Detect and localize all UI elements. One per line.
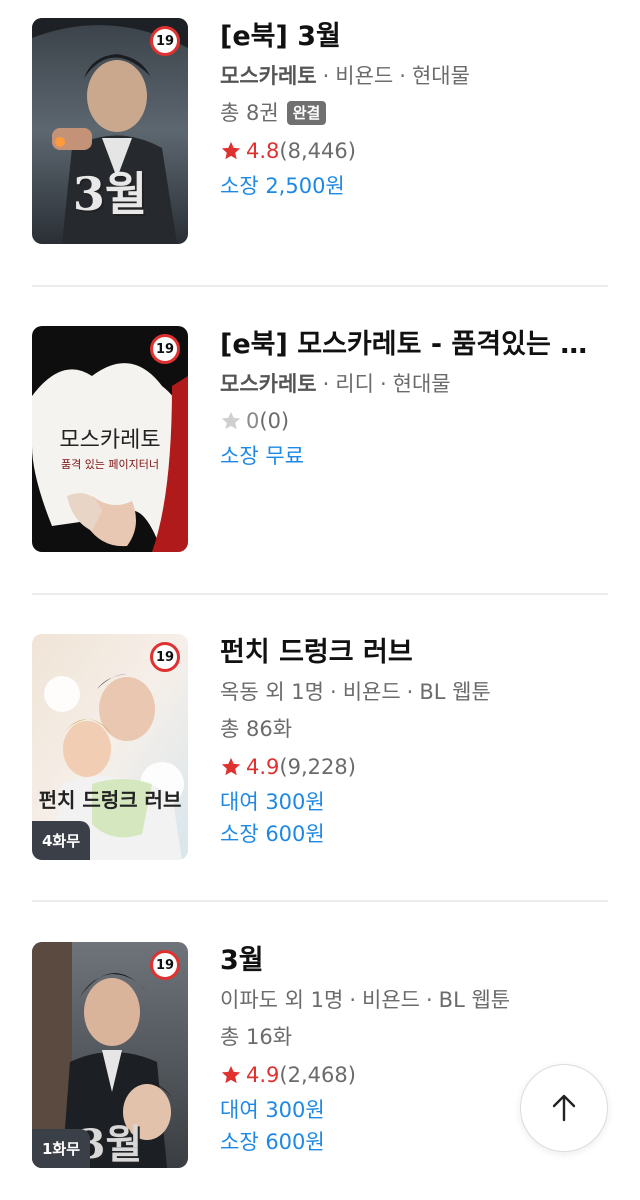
book-publisher[interactable]: 비욘드 (362, 988, 420, 1012)
book-author[interactable]: 모스카레토 (220, 64, 317, 88)
list-item[interactable]: 3월 19 [e북] 3월 모스카레토 · 비욘드 · 현대물 총 8권 완결 4.8 … (0, 0, 640, 244)
book-genre[interactable]: 현대물 (412, 64, 470, 88)
rating-score: 4.9 (246, 1063, 280, 1087)
book-meta: 모스카레토 · 리디 · 현대물 (220, 366, 592, 402)
list-item[interactable]: 모스카레토 품격 있는 페이지터너 19 [e북] 모스카레토 - 품격있는 페… (0, 308, 640, 552)
star-icon (221, 1065, 241, 1084)
star-icon (221, 141, 241, 160)
divider (32, 593, 608, 595)
book-rating: 0 (0) (220, 402, 592, 440)
cover-title: 모스카레토 (59, 428, 161, 453)
rating-score: 0 (246, 409, 260, 433)
book-genre[interactable]: BL 웹툰 (439, 988, 510, 1012)
book-cover[interactable]: 3월 19 1화무 (32, 942, 188, 1168)
book-count-row: 총 16화 (220, 1018, 592, 1056)
separator: · (349, 988, 356, 1012)
book-author[interactable]: 이파도 외 1명 (220, 988, 343, 1012)
star-icon (221, 757, 241, 776)
rating-score: 4.9 (246, 755, 280, 779)
price-rent[interactable]: 대여 300원 (220, 786, 592, 818)
book-rating: 4.9 (9,228) (220, 748, 592, 786)
cover-title: 3월 (72, 167, 148, 221)
book-title[interactable]: 3월 (220, 942, 592, 980)
price-own[interactable]: 소장 2,500원 (220, 170, 592, 202)
scroll-to-top-button[interactable] (520, 1064, 608, 1152)
book-publisher[interactable]: 비욘드 (343, 680, 401, 704)
book-genre[interactable]: 현대물 (393, 372, 451, 396)
age-rating-badge: 19 (150, 950, 180, 980)
review-count: (0) (259, 409, 290, 433)
book-count-row: 총 86화 (220, 710, 592, 748)
list-item[interactable]: 펀치 드렁크 러브 19 4화무 펀치 드렁크 러브 옥동 외 1명 · 비욘드 · B… (0, 616, 640, 860)
separator: · (399, 64, 406, 88)
age-rating-badge: 19 (150, 642, 180, 672)
book-title[interactable]: 펀치 드렁크 러브 (220, 634, 592, 672)
review-count: (2,468) (279, 1063, 356, 1087)
age-rating-badge: 19 (150, 334, 180, 364)
book-title[interactable]: [e북] 3월 (220, 18, 592, 56)
book-meta: 이파도 외 1명 · 비욘드 · BL 웹툰 (220, 982, 592, 1018)
cover-title: 펀치 드렁크 러브 (38, 788, 182, 812)
separator: · (425, 988, 433, 1012)
separator: · (322, 64, 330, 88)
free-episodes-badge: 4화무 (32, 821, 91, 860)
book-meta: 옥동 외 1명 · 비욘드 · BL 웹툰 (220, 674, 592, 710)
divider (32, 285, 608, 287)
price-own[interactable]: 소장 600원 (220, 818, 592, 850)
divider (32, 900, 608, 902)
book-rating: 4.8 (8,446) (220, 132, 592, 170)
book-publisher[interactable]: 비욘드 (335, 64, 393, 88)
book-count: 총 16화 (220, 1025, 293, 1049)
book-cover[interactable]: 모스카레토 품격 있는 페이지터너 19 (32, 326, 188, 552)
age-rating-badge: 19 (150, 26, 180, 56)
book-count-row: 총 8권 완결 (220, 94, 592, 132)
review-count: (8,446) (279, 139, 356, 163)
separator: · (379, 372, 387, 396)
book-title[interactable]: [e북] 모스카레토 - 품격있는 페이지터너 (220, 326, 592, 364)
book-cover[interactable]: 펀치 드렁크 러브 19 4화무 (32, 634, 188, 860)
book-info: [e북] 모스카레토 - 품격있는 페이지터너 모스카레토·리디·현대물 0 (… (220, 326, 592, 472)
separator: · (330, 680, 337, 704)
cover-subtitle: 품격 있는 페이지터너 (60, 458, 160, 471)
book-author[interactable]: 옥동 외 1명 (220, 680, 324, 704)
book-info: 펀치 드렁크 러브 옥동 외 1명 · 비욘드 · BL 웹툰 총 86화 4.9 (9… (220, 634, 592, 850)
book-meta: 모스카레토 · 비욘드 · 현대물 (220, 58, 592, 94)
separator: · (406, 680, 414, 704)
book-list: 3월 19 [e북] 3월 모스카레토 · 비욘드 · 현대물 총 8권 완결 4.8 … (0, 0, 640, 1200)
price-own[interactable]: 소장 무료 (220, 440, 592, 472)
book-genre[interactable]: BL 웹툰 (419, 680, 490, 704)
separator: · (322, 372, 330, 396)
book-publisher[interactable]: 리디 (335, 372, 374, 396)
complete-badge: 완결 (286, 101, 327, 125)
arrow-up-icon (552, 1094, 576, 1122)
review-count: (9,228) (279, 755, 356, 779)
book-info: [e북] 3월 모스카레토 · 비욘드 · 현대물 총 8권 완결 4.8 (8,446… (220, 18, 592, 202)
book-author[interactable]: 모스카레토 (220, 372, 317, 396)
rating-score: 4.8 (246, 139, 280, 163)
book-cover[interactable]: 3월 19 (32, 18, 188, 244)
star-outline-icon (221, 411, 241, 430)
free-episodes-badge: 1화무 (32, 1129, 91, 1168)
book-count: 총 8권 (220, 101, 279, 125)
book-count: 총 86화 (220, 717, 293, 741)
